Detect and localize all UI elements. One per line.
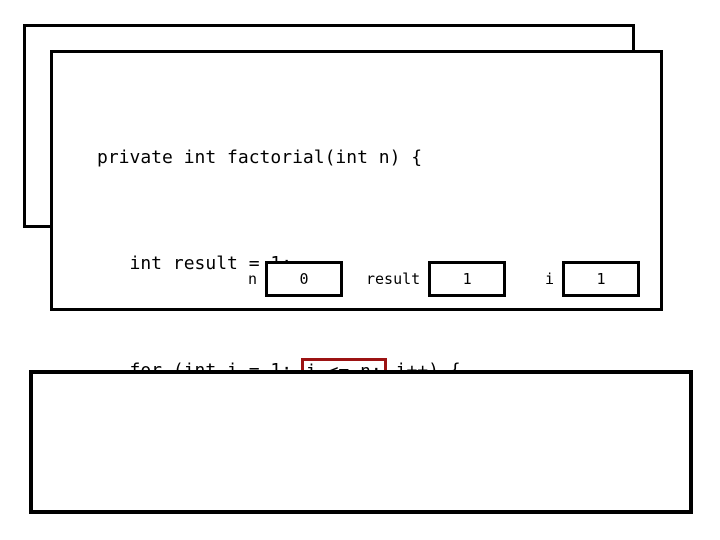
variable-group-i: i 1: [545, 259, 641, 299]
output-panel: [29, 370, 693, 514]
variable-value-i: 1: [596, 270, 606, 288]
variable-label-i: i: [545, 270, 555, 288]
slide-canvas: private int factorial(int n) { int resul…: [0, 0, 720, 540]
code-line-signature: private int factorial(int n) {: [97, 145, 461, 172]
code-text-signature: private int factorial(int n) {: [97, 146, 423, 168]
code-panel: private int factorial(int n) { int resul…: [50, 50, 663, 486]
variable-box-result[interactable]: 1: [428, 261, 507, 297]
variable-label-result: result: [366, 270, 421, 288]
variable-value-n: 0: [299, 270, 309, 288]
variable-value-result: 1: [462, 270, 472, 288]
variable-box-i[interactable]: 1: [562, 261, 641, 297]
variable-group-n: n 0: [248, 259, 344, 299]
variable-box-n[interactable]: 0: [265, 261, 344, 297]
variable-label-n: n: [248, 270, 258, 288]
variable-trace-row: n 0 result 1 i 1: [53, 259, 660, 309]
variable-group-result: result 1: [366, 259, 507, 299]
